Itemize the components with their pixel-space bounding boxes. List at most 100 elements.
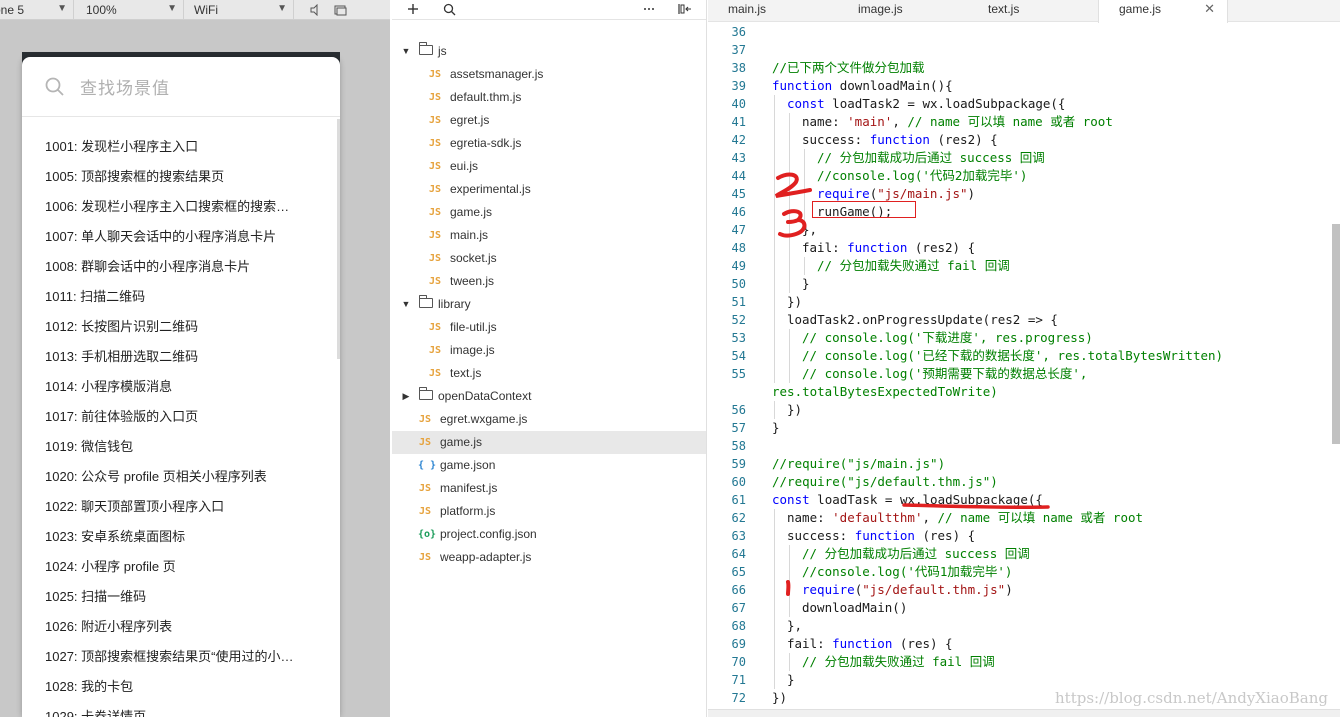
tree-file[interactable]: JS weapp-adapter.js (392, 546, 706, 569)
collapse-icon[interactable] (676, 0, 694, 18)
indent-guide (804, 257, 805, 275)
network-select[interactable]: WiFi ▼ (184, 0, 294, 20)
tree-folder[interactable]: ▶ openDataContext (392, 385, 706, 408)
zoom-select[interactable]: 100% ▼ (74, 0, 184, 20)
scene-list-item[interactable]: 1008: 群聊会话中的小程序消息卡片 (22, 252, 322, 282)
line-number: 42 (731, 133, 746, 147)
add-icon[interactable] (404, 0, 422, 18)
scene-list-item[interactable]: 1012: 长按图片识别二维码 (22, 312, 322, 342)
scene-list-item[interactable]: 1017: 前往体验版的入口页 (22, 402, 322, 432)
tree-file[interactable]: {o} project.config.json (392, 523, 706, 546)
tab-label: text.js (988, 2, 1020, 16)
editor-horizontal-scrollbar[interactable] (708, 709, 1340, 717)
folder-icon (419, 40, 433, 63)
tree-file[interactable]: JS tween.js (392, 270, 706, 293)
tree-file[interactable]: { } game.json (392, 454, 706, 477)
tab-main-js[interactable]: main.js (728, 0, 838, 22)
tree-item-label: game.json (440, 458, 496, 472)
scene-list-item[interactable]: 1022: 聊天顶部置顶小程序入口 (22, 492, 322, 522)
scene-search-placeholder: 查找场景值 (80, 79, 170, 98)
code-line: }) (787, 293, 802, 311)
scene-list-item[interactable]: 1014: 小程序模版消息 (22, 372, 322, 402)
indent-guide (774, 293, 775, 311)
indent-guide (774, 617, 775, 635)
chevron-down-icon[interactable]: ▼ (400, 293, 412, 316)
chevron-down-icon[interactable]: ▼ (400, 40, 412, 63)
window-icon[interactable] (332, 3, 348, 17)
tree-file[interactable]: JS game.js (392, 201, 706, 224)
code-keyword: function (854, 528, 915, 543)
tree-file[interactable]: JS experimental.js (392, 178, 706, 201)
scene-list-item[interactable]: 1007: 单人聊天会话中的小程序消息卡片 (22, 222, 322, 252)
scene-list-item[interactable]: 1025: 扫描一维码 (22, 582, 322, 612)
scene-list-scrollbar[interactable] (337, 119, 340, 359)
code-line: //require("js/default.thm.js") (772, 473, 998, 491)
scene-list-item[interactable]: 1005: 顶部搜索框的搜索结果页 (22, 162, 322, 192)
scene-list-item[interactable]: 1027: 顶部搜索框搜索结果页“使用过的小… (22, 642, 322, 672)
tree-file[interactable]: JS file-util.js (392, 316, 706, 339)
tab-text-js[interactable]: text.js (988, 0, 1098, 22)
indent-guide (774, 275, 775, 293)
tree-file[interactable]: JS egretia-sdk.js (392, 132, 706, 155)
tree-file[interactable]: JS egret.wxgame.js (392, 408, 706, 431)
scene-list-item[interactable]: 1006: 发现栏小程序主入口搜索框的搜索… (22, 192, 322, 222)
tree-file[interactable]: JS platform.js (392, 500, 706, 523)
code-comment: res.totalBytesExpectedToWrite) (772, 384, 998, 399)
tree-file[interactable]: JS socket.js (392, 247, 706, 270)
zoom-select-value: 100% (86, 2, 117, 17)
scene-list-item[interactable]: 1029: 卡券详情页 (22, 702, 322, 717)
code-text: success: (802, 132, 870, 147)
scene-list-item[interactable]: 1024: 小程序 profile 页 (22, 552, 322, 582)
tree-file[interactable]: JS text.js (392, 362, 706, 385)
chevron-right-icon[interactable]: ▶ (400, 385, 412, 408)
scene-list-item[interactable]: 1028: 我的卡包 (22, 672, 322, 702)
code-text: }, (787, 618, 803, 633)
tree-file[interactable]: JS image.js (392, 339, 706, 362)
code-text: }) (787, 294, 803, 309)
tree-file[interactable]: JS default.thm.js (392, 86, 706, 109)
tree-item-label: assetsmanager.js (450, 67, 544, 81)
tab-image-js[interactable]: image.js (858, 0, 968, 22)
search-icon[interactable] (440, 0, 458, 18)
scene-list-item[interactable]: 1013: 手机相册选取二维码 (22, 342, 322, 372)
tree-folder[interactable]: ▼ library (392, 293, 706, 316)
device-select[interactable]: one 5 ▼ (0, 0, 74, 20)
tree-item-label: file-util.js (450, 320, 497, 334)
line-number: 71 (731, 673, 746, 687)
scene-list-item[interactable]: 1019: 微信钱包 (22, 432, 322, 462)
indent-guide (789, 131, 790, 149)
scene-list-item[interactable]: 1001: 发现栏小程序主入口 (22, 132, 322, 162)
code-line: downloadMain() (802, 599, 907, 617)
line-number: 64 (731, 547, 746, 561)
tree-folder[interactable]: ▼ js (392, 40, 706, 63)
code-line: name: 'defaultthm', // name 可以填 name 或者 … (787, 509, 1143, 527)
scene-search-box[interactable]: 查找场景值 (22, 57, 340, 117)
close-icon[interactable]: ✕ (1204, 0, 1215, 18)
code-line: } (787, 671, 795, 689)
scene-list-item[interactable]: 1026: 附近小程序列表 (22, 612, 322, 642)
tree-item-label: egret.wxgame.js (440, 412, 528, 426)
tree-file[interactable]: JS game.js (392, 431, 706, 454)
scene-list-item[interactable]: 1020: 公众号 profile 页相关小程序列表 (22, 462, 322, 492)
scene-list-item[interactable]: 1023: 安卓系统桌面图标 (22, 522, 322, 552)
tree-item-label: text.js (450, 366, 482, 380)
indent-guide (774, 185, 775, 203)
tree-file[interactable]: JS egret.js (392, 109, 706, 132)
editor-vertical-scrollbar[interactable] (1332, 224, 1340, 444)
volume-icon[interactable] (308, 3, 324, 17)
tab-game-js[interactable]: game.js ✕ (1098, 0, 1228, 23)
tree-file[interactable]: JS manifest.js (392, 477, 706, 500)
code-line: function downloadMain(){ (772, 77, 953, 95)
scene-list-item[interactable]: 1011: 扫描二维码 (22, 282, 322, 312)
code-text: }) (787, 402, 803, 417)
tree-file[interactable]: JS assetsmanager.js (392, 63, 706, 86)
tree-file[interactable]: JS main.js (392, 224, 706, 247)
chevron-down-icon: ▼ (277, 2, 287, 14)
file-explorer: ▼ js JS assetsmanager.js JS default.thm.js JS e… (392, 0, 707, 717)
more-icon[interactable] (640, 0, 658, 18)
highlight-box (812, 201, 916, 218)
tree-file[interactable]: JS eui.js (392, 155, 706, 178)
indent-guide (789, 257, 790, 275)
js-file-icon: JS (418, 414, 432, 425)
line-number: 70 (731, 655, 746, 669)
